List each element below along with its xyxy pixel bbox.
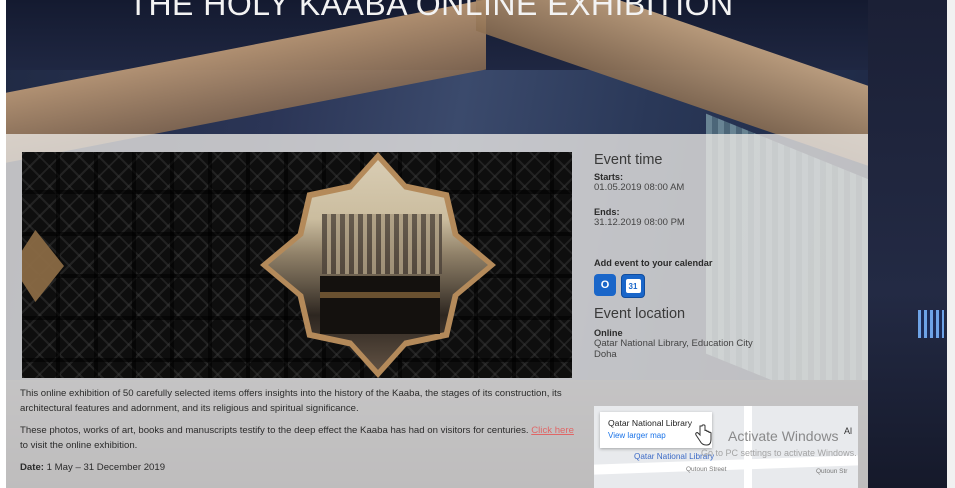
map-street-label-2: Qutoun Str xyxy=(816,468,848,475)
starts-value: 01.05.2019 08:00 AM xyxy=(594,182,685,193)
map-corner-label: Al xyxy=(844,426,853,436)
map-road-vertical xyxy=(744,406,752,488)
city-lights xyxy=(918,310,944,338)
starts-block: Starts: 01.05.2019 08:00 AM xyxy=(594,172,864,193)
google-icon-glyph: 31 xyxy=(625,279,641,293)
night-sky xyxy=(868,0,948,488)
event-sidebar: Event time Starts: 01.05.2019 08:00 AM E… xyxy=(594,152,864,360)
ends-label: Ends: xyxy=(594,207,620,217)
outlook-icon-glyph: O xyxy=(600,279,610,291)
page-title: THE HOLY KAABA ONLINE EXHIBITION xyxy=(128,0,734,22)
paragraph-2-text: These photos, works of art, books and ma… xyxy=(20,425,532,436)
calendar-block: Add event to your calendar O 31 xyxy=(594,258,864,298)
location-line-2: Doha xyxy=(594,349,617,360)
ends-value: 31.12.2019 08:00 PM xyxy=(594,217,685,228)
activate-windows-title: Activate Windows xyxy=(728,428,839,444)
add-calendar-label: Add event to your calendar xyxy=(594,258,713,268)
paragraph-2-text-end: to visit the online exhibition. xyxy=(20,440,138,451)
calendar-buttons: O 31 xyxy=(594,274,864,298)
photo-buildings xyxy=(322,214,442,274)
location-line-1: Qatar National Library, Education City xyxy=(594,338,753,349)
date-label: Date: xyxy=(20,462,44,473)
right-edge-strip xyxy=(868,0,955,488)
starts-label: Starts: xyxy=(594,172,624,182)
description-paragraph-2: These photos, works of art, books and ma… xyxy=(20,423,580,453)
location-map[interactable]: Qatar National Library View larger map Q… xyxy=(594,406,858,488)
outlook-calendar-icon[interactable]: O xyxy=(594,274,616,296)
activate-windows-subtitle: Go to PC settings to activate Windows. xyxy=(701,448,857,458)
google-calendar-icon[interactable]: 31 xyxy=(621,274,645,298)
event-description: This online exhibition of 50 carefully s… xyxy=(20,386,580,482)
exhibition-banner-image xyxy=(22,152,572,378)
event-location-heading: Event location xyxy=(594,306,686,322)
description-paragraph-1: This online exhibition of 50 carefully s… xyxy=(20,388,562,414)
location-type: Online xyxy=(594,328,623,338)
screenshot-frame: THE HOLY KAABA ONLINE EXHIBITION This on… xyxy=(0,0,955,488)
map-place-name: Qatar National Library xyxy=(608,418,693,428)
location-block: Event location Online Qatar National Lib… xyxy=(594,306,864,360)
date-value: 1 May – 31 December 2019 xyxy=(44,462,166,473)
ends-block: Ends: 31.12.2019 08:00 PM xyxy=(594,207,864,228)
scrollbar[interactable] xyxy=(947,0,955,488)
view-larger-map-link[interactable]: View larger map xyxy=(608,431,704,440)
click-here-link[interactable]: Click here xyxy=(531,425,574,436)
date-line: Date: 1 May – 31 December 2019 xyxy=(20,460,580,475)
kaaba-kiswa-band xyxy=(320,292,440,298)
event-time-heading: Event time xyxy=(594,152,663,168)
kaaba-shape xyxy=(320,276,440,334)
hand-cursor-icon xyxy=(695,424,712,446)
map-street-label: Qutoun Street xyxy=(686,466,727,473)
